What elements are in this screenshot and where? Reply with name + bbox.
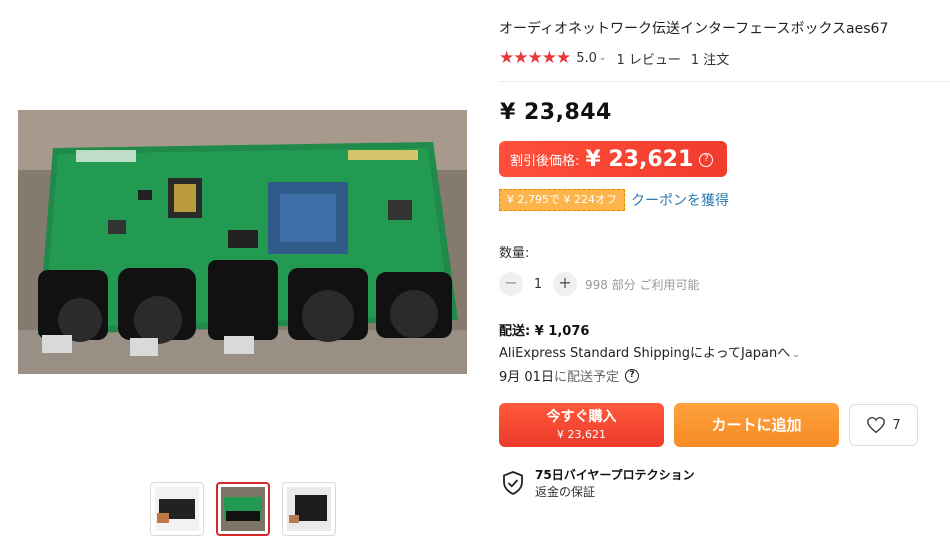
add-to-cart-button[interactable]: カートに追加 — [674, 403, 839, 447]
product-main-image[interactable] — [18, 110, 467, 374]
chevron-down-icon[interactable]: ⌄ — [599, 53, 607, 63]
get-coupon-link[interactable]: クーポンを獲得 — [631, 190, 729, 210]
order-count: 1 注文 — [690, 52, 730, 68]
buy-now-price: ¥ 23,621 — [557, 428, 606, 441]
star-icon: ★★★★★ — [499, 48, 571, 68]
shipping-method-selector[interactable]: AliExpress Standard ShippingによってJapanへ ⌄ — [499, 342, 810, 361]
quantity-stepper: − 1 + 998 部分 ご利用可能 — [499, 272, 700, 296]
rating-row: ★★★★★ 5.0 ⌄ 1 レビュー 1 注文 — [499, 48, 729, 68]
pcb-board-image — [18, 110, 467, 374]
quantity-input[interactable]: 1 — [523, 277, 553, 292]
thumbnail-black-box-image — [155, 487, 199, 531]
review-count[interactable]: 1 レビュー — [616, 49, 680, 68]
heart-icon — [867, 416, 886, 434]
original-price: ¥ 23,844 — [500, 100, 612, 125]
protection-subtitle: 返金の保証 — [535, 485, 596, 499]
sale-price-banner: 割引後価格: ¥ 23,621 ? — [499, 141, 727, 177]
wishlist-button[interactable]: 7 — [849, 404, 918, 446]
coupon-row: ¥ 2,795で ¥ 224オフ クーポンを獲得 — [499, 189, 729, 211]
thumbnail-box-rear-image — [287, 487, 331, 531]
coupon-tag: ¥ 2,795で ¥ 224オフ — [499, 189, 625, 211]
sale-price-label: 割引後価格: — [510, 153, 580, 169]
thumbnail-1[interactable] — [150, 482, 204, 536]
wishlist-count: 7 — [892, 417, 901, 433]
thumbnail-pcb-image — [221, 487, 265, 531]
buy-now-label: 今すぐ購入 — [546, 409, 617, 425]
delivery-suffix: に配送予定 — [553, 370, 619, 385]
quantity-label: 数量: — [499, 246, 530, 261]
divider — [499, 81, 950, 82]
question-circle-icon[interactable]: ? — [699, 153, 714, 167]
delivery-estimate: 9月 01日 に配送予定 ? — [499, 366, 639, 385]
quantity-increase-button[interactable]: + — [553, 272, 577, 296]
quantity-decrease-button[interactable]: − — [499, 272, 523, 296]
thumbnail-strip — [150, 482, 336, 536]
product-title: オーディオネットワーク伝送インターフェースボックスaes67 — [499, 21, 889, 37]
shield-check-icon — [503, 471, 523, 496]
shipping-method-label: AliExpress Standard ShippingによってJapanへ — [499, 346, 791, 361]
question-circle-icon[interactable]: ? — [624, 368, 639, 383]
thumbnail-3[interactable] — [282, 482, 336, 536]
rating-value[interactable]: 5.0 — [576, 51, 597, 66]
buy-now-button[interactable]: 今すぐ購入 ¥ 23,621 — [499, 403, 664, 447]
buyer-protection: 75日バイヤープロテクション 返金の保証 — [501, 466, 695, 500]
thumbnail-2[interactable] — [216, 482, 270, 536]
delivery-date: 9月 01日 — [499, 370, 554, 385]
stock-available: 998 部分 ご利用可能 — [585, 277, 700, 292]
sale-price: ¥ 23,621 — [585, 146, 694, 172]
chevron-down-icon[interactable]: ⌄ — [792, 350, 800, 360]
shipping-cost: 配送: ¥ 1,076 — [499, 324, 590, 339]
protection-title: 75日バイヤープロテクション — [535, 468, 695, 482]
